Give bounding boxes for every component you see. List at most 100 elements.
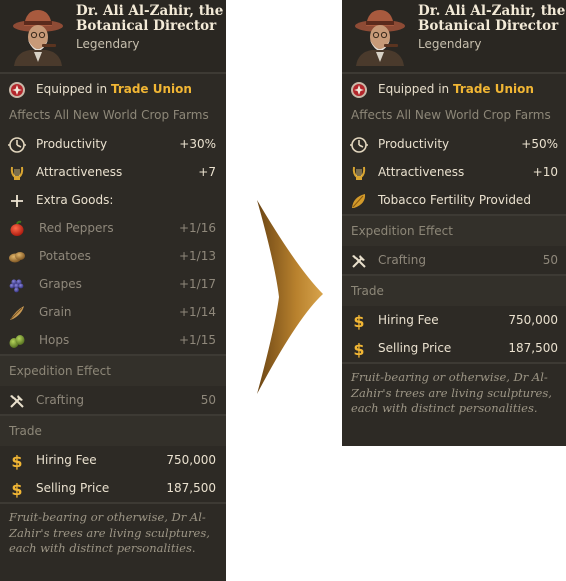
expedition-value: 50 xyxy=(200,393,216,407)
specialist-tooltip-after: Dr. Ali Al-Zahir, the Botanical Director… xyxy=(342,0,566,446)
dollar-icon: $ xyxy=(11,480,22,498)
trade-union-icon xyxy=(9,82,25,98)
expedition-title: Expedition Effect xyxy=(9,364,111,378)
equipped-building: Trade Union xyxy=(110,82,192,96)
stat-value: +10 xyxy=(532,165,558,179)
productivity-icon xyxy=(8,137,26,153)
rarity-label: Legendary xyxy=(76,37,140,51)
grain-icon xyxy=(10,306,24,320)
trade-title: Trade xyxy=(9,424,42,438)
stat-value: +7 xyxy=(198,165,216,179)
extra-good-row-red-peppers: Red Peppers +1/16 xyxy=(0,214,226,242)
extra-good-row-grain: Grain +1/14 xyxy=(0,298,226,326)
attractiveness-lyre-icon xyxy=(10,166,24,180)
svg-text:$: $ xyxy=(11,480,22,498)
equipped-building: Trade Union xyxy=(452,82,534,96)
rarity-label: Legendary xyxy=(418,37,482,51)
hiring-fee-label: Hiring Fee xyxy=(378,313,439,327)
expedition-row-crafting: Crafting 50 xyxy=(0,386,226,414)
tooltip-header: Dr. Ali Al-Zahir, the Botanical Director… xyxy=(342,0,566,72)
extra-goods-heading-row: Extra Goods: xyxy=(0,186,226,214)
hiring-fee-value: 750,000 xyxy=(166,453,216,467)
specialist-portrait-icon xyxy=(10,6,66,66)
trade-title: Trade xyxy=(351,284,384,298)
crafting-tools-icon xyxy=(352,255,366,268)
stat-label: Attractiveness xyxy=(378,165,465,179)
good-label: Grain xyxy=(39,305,72,319)
stat-value: +50% xyxy=(521,137,558,151)
specialist-name: Dr. Ali Al-Zahir, the Botanical Director xyxy=(418,3,566,34)
equipped-row: Equipped in Trade Union xyxy=(0,74,226,104)
equipped-prefix: Equipped in xyxy=(36,82,111,96)
stat-row-attractiveness: Attractiveness +7 xyxy=(0,158,226,186)
expedition-row-crafting: Crafting 50 xyxy=(342,246,566,274)
stat-row-productivity: Productivity +30% xyxy=(0,130,226,158)
flavor-text: Fruit-bearing or otherwise, Dr Al-Zahir'… xyxy=(9,510,210,555)
flavor-text: Fruit-bearing or otherwise, Dr Al-Zahir'… xyxy=(351,370,552,415)
affects-label: Affects All New World Crop Farms xyxy=(9,108,209,122)
hiring-fee-row: $ Hiring Fee 750,000 xyxy=(342,306,566,334)
affects-row: Affects All New World Crop Farms xyxy=(0,104,226,130)
expedition-value: 50 xyxy=(542,253,558,267)
good-value: +1/15 xyxy=(178,333,216,347)
stat-value: +30% xyxy=(179,137,216,151)
affects-label: Affects All New World Crop Farms xyxy=(351,108,551,122)
selling-price-label: Selling Price xyxy=(36,481,110,495)
svg-text:$: $ xyxy=(353,312,364,330)
expedition-label: Crafting xyxy=(36,393,84,407)
plus-icon xyxy=(11,195,23,207)
selling-price-row: $ Selling Price 187,500 xyxy=(0,474,226,502)
dollar-icon: $ xyxy=(353,340,364,358)
grapes-icon xyxy=(9,279,24,293)
specialist-portrait-icon xyxy=(352,6,408,66)
good-label: Potatoes xyxy=(39,249,91,263)
trade-section-header: Trade xyxy=(342,276,566,306)
stat-label: Attractiveness xyxy=(36,165,123,179)
hops-icon xyxy=(9,335,25,348)
specialist-tooltip-before: Dr. Ali Al-Zahir, the Botanical Director… xyxy=(0,0,226,581)
hiring-fee-value: 750,000 xyxy=(508,313,558,327)
selling-price-value: 187,500 xyxy=(166,481,216,495)
red-peppers-icon xyxy=(10,220,24,236)
good-label: Red Peppers xyxy=(39,221,114,235)
hiring-fee-row: $ Hiring Fee 750,000 xyxy=(0,446,226,474)
extra-good-row-potatoes: Potatoes +1/13 xyxy=(0,242,226,270)
tobacco-leaf-icon xyxy=(352,194,366,208)
stat-row-attractiveness: Attractiveness +10 xyxy=(342,158,566,186)
tooltip-header: Dr. Ali Al-Zahir, the Botanical Director… xyxy=(0,0,226,72)
affects-row: Affects All New World Crop Farms xyxy=(342,104,566,130)
trade-section-header: Trade xyxy=(0,416,226,446)
extra-good-row-grapes: Grapes +1/17 xyxy=(0,270,226,298)
svg-text:$: $ xyxy=(11,452,22,470)
attractiveness-lyre-icon xyxy=(352,166,366,180)
svg-text:$: $ xyxy=(353,340,364,358)
good-value: +1/14 xyxy=(178,305,216,319)
tobacco-fertility-row: Tobacco Fertility Provided xyxy=(342,186,566,214)
equipped-row: Equipped in Trade Union xyxy=(342,74,566,104)
stat-label: Productivity xyxy=(378,137,450,151)
good-value: +1/17 xyxy=(178,277,216,291)
hiring-fee-label: Hiring Fee xyxy=(36,453,97,467)
dollar-icon: $ xyxy=(353,312,364,330)
expedition-section-header: Expedition Effect xyxy=(342,216,566,246)
expedition-section-header: Expedition Effect xyxy=(0,356,226,386)
good-value: +1/16 xyxy=(178,221,216,235)
potatoes-icon xyxy=(9,252,25,263)
tobacco-fertility-label: Tobacco Fertility Provided xyxy=(378,193,531,207)
selling-price-row: $ Selling Price 187,500 xyxy=(342,334,566,362)
extra-good-row-hops: Hops +1/15 xyxy=(0,326,226,354)
extra-goods-label: Extra Goods: xyxy=(36,193,114,207)
stat-row-productivity: Productivity +50% xyxy=(342,130,566,158)
selling-price-value: 187,500 xyxy=(508,341,558,355)
productivity-icon xyxy=(350,137,368,153)
expedition-title: Expedition Effect xyxy=(351,224,453,238)
specialist-name: Dr. Ali Al-Zahir, the Botanical Director xyxy=(76,3,224,34)
stat-label: Productivity xyxy=(36,137,108,151)
good-label: Grapes xyxy=(39,277,82,291)
equipped-prefix: Equipped in xyxy=(378,82,453,96)
crafting-tools-icon xyxy=(10,395,24,408)
expedition-label: Crafting xyxy=(378,253,426,267)
transition-arrow-icon xyxy=(257,200,323,394)
good-value: +1/13 xyxy=(178,249,216,263)
selling-price-label: Selling Price xyxy=(378,341,452,355)
